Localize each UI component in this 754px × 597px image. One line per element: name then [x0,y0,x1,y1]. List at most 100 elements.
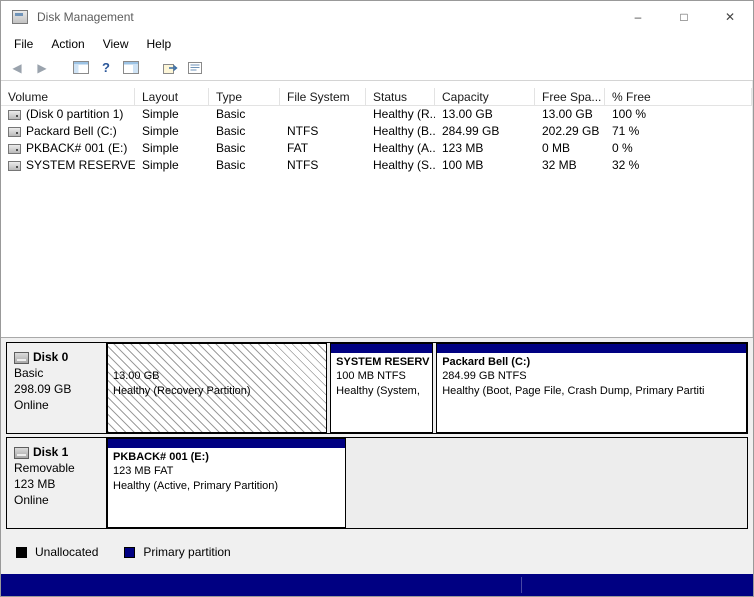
unallocated-label: Unallocated [35,545,98,559]
disk-size: 298.09 GB [14,381,106,397]
disk-1-row: Disk 1 Removable 123 MB Online PKBACK# 0… [6,437,748,529]
legend: Unallocated Primary partition [16,545,748,559]
volume-pct-free: 0 % [605,140,752,157]
launch-button[interactable] [158,57,182,79]
volume-status: Healthy (S... [366,157,435,174]
column-header-volume[interactable]: Volume [1,88,135,106]
partition-recovery[interactable]: 13.00 GB Healthy (Recovery Partition) [107,343,327,433]
menu-file[interactable]: File [5,34,42,54]
bottom-bar [1,574,753,596]
export-list-button[interactable] [183,57,207,79]
volume-type: Basic [209,157,280,174]
show-console-tree-button[interactable] [69,57,93,79]
primary-partition-swatch [124,547,135,558]
volume-capacity: 100 MB [435,157,535,174]
volume-pct-free: 32 % [605,157,752,174]
partition-status: Healthy (System, [331,384,432,399]
volume-file-system: NTFS [280,123,366,140]
partition-status: Healthy (Recovery Partition) [108,384,326,399]
back-button[interactable]: ◀ [5,57,29,79]
volume-list-header: Volume Layout Type File System Status Ca… [1,88,752,106]
disk-1-panel[interactable]: Disk 1 Removable 123 MB Online [7,438,107,528]
volume-list: Volume Layout Type File System Status Ca… [1,81,753,337]
title-bar: Disk Management – □ ✕ [1,1,753,33]
close-button[interactable]: ✕ [707,1,753,33]
volume-name: (Disk 0 partition 1) [26,106,123,123]
partition-title: SYSTEM RESERV [331,355,432,369]
volume-type: Basic [209,106,280,123]
volume-icon [8,161,21,171]
column-header-capacity[interactable]: Capacity [435,88,535,106]
disk-0-panel[interactable]: Disk 0 Basic 298.09 GB Online [7,343,107,433]
volume-row-packard-bell[interactable]: Packard Bell (C:) Simple Basic NTFS Heal… [1,123,752,140]
disk-icon [14,447,29,459]
disk-name: Disk 0 [33,350,68,365]
show-action-pane-button[interactable] [119,57,143,79]
menu-bar: File Action View Help [1,33,753,55]
volume-pct-free: 71 % [605,123,752,140]
volume-status: Healthy (A... [366,140,435,157]
disk-management-window: Disk Management – □ ✕ File Action View H… [0,0,754,597]
volume-file-system: NTFS [280,157,366,174]
volume-row-disk0-partition1[interactable]: (Disk 0 partition 1) Simple Basic Health… [1,106,752,123]
disk-status: Online [14,492,106,508]
column-header-file-system[interactable]: File System [280,88,366,106]
menu-help[interactable]: Help [138,34,181,54]
disk-type: Removable [14,460,106,476]
primary-partition-label: Primary partition [143,545,230,559]
partition-strip [108,344,326,353]
column-header-pct-free[interactable]: % Free [605,88,752,106]
column-header-type[interactable]: Type [209,88,280,106]
disk-1-partitions: PKBACK# 001 (E:) 123 MB FAT Healthy (Act… [107,438,747,528]
partition-pkback-e[interactable]: PKBACK# 001 (E:) 123 MB FAT Healthy (Act… [107,438,346,528]
volume-layout: Simple [135,106,209,123]
partition-strip [108,439,345,448]
volume-row-pkback[interactable]: PKBACK# 001 (E:) Simple Basic FAT Health… [1,140,752,157]
disk-management-icon [12,10,28,24]
volume-icon [8,144,21,154]
column-header-status[interactable]: Status [366,88,435,106]
launch-icon [163,62,178,74]
partition-packard-bell-c[interactable]: Packard Bell (C:) 284.99 GB NTFS Healthy… [436,343,747,433]
volume-name: Packard Bell (C:) [26,123,117,140]
volume-free-space: 32 MB [535,157,605,174]
export-list-icon [188,62,202,74]
volume-free-space: 202.29 GB [535,123,605,140]
column-header-layout[interactable]: Layout [135,88,209,106]
forward-icon: ▶ [37,61,46,75]
console-tree-icon [73,61,89,74]
disk-icon [14,352,29,364]
volume-layout: Simple [135,140,209,157]
volume-row-system-reserved[interactable]: SYSTEM RESERVED Simple Basic NTFS Health… [1,157,752,174]
volume-file-system [280,106,366,123]
disk-name: Disk 1 [33,445,68,460]
volume-status: Healthy (B... [366,123,435,140]
column-header-free-space[interactable]: Free Spa... [535,88,605,106]
partition-system-reserved[interactable]: SYSTEM RESERV 100 MB NTFS Healthy (Syste… [330,343,433,433]
partition-strip [331,344,432,353]
disk-0-partitions: 13.00 GB Healthy (Recovery Partition) SY… [107,343,747,433]
minimize-button[interactable]: – [615,1,661,33]
volume-layout: Simple [135,157,209,174]
volume-capacity: 284.99 GB [435,123,535,140]
volume-layout: Simple [135,123,209,140]
help-button[interactable]: ? [94,57,118,79]
maximize-button[interactable]: □ [661,1,707,33]
volume-capacity: 13.00 GB [435,106,535,123]
partition-title: Packard Bell (C:) [437,355,746,369]
partition-title: PKBACK# 001 (E:) [108,450,345,464]
forward-button[interactable]: ▶ [30,57,54,79]
volume-free-space: 13.00 GB [535,106,605,123]
menu-view[interactable]: View [94,34,138,54]
disk-size: 123 MB [14,476,106,492]
empty-disk-space [349,438,747,528]
volume-icon [8,127,21,137]
disk-type: Basic [14,365,106,381]
partition-size: 284.99 GB NTFS [437,369,746,384]
action-pane-icon [123,61,139,74]
graphical-view: Disk 0 Basic 298.09 GB Online 13.00 GB H… [1,337,753,574]
menu-action[interactable]: Action [42,34,93,54]
window-title: Disk Management [37,10,134,24]
unallocated-swatch [16,547,27,558]
toolbar: ◀ ▶ ? [1,55,753,81]
